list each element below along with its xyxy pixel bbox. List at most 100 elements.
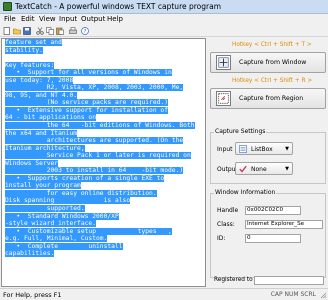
new-file-icon[interactable] xyxy=(3,27,11,35)
text-line-content: R2, Vista, XP, 2008, 2003, 2000, Me, xyxy=(5,84,184,92)
text-line-content: the x64 and Itanium xyxy=(5,129,78,137)
text-line: Windows Server xyxy=(5,159,205,168)
text-line: the 64 -bit editions of Windows. Both xyxy=(5,122,205,130)
input-value: ListBox xyxy=(251,146,273,153)
hotkey-window-label: Hotkey < Ctrl + Shift + T > xyxy=(232,42,312,48)
text-line-content: e.g. Full, Minimal, Custom. xyxy=(5,235,108,243)
id-label: ID: xyxy=(217,235,226,242)
text-line-content: 2003 to install in 64 -bit mode.) xyxy=(5,167,184,175)
text-line: capabilities. xyxy=(5,250,205,258)
window-target-icon xyxy=(216,55,231,70)
open-folder-icon[interactable] xyxy=(13,27,21,35)
text-line-content: Key features: xyxy=(5,61,55,69)
text-line-content: feature set and xyxy=(5,39,62,46)
class-field[interactable]: Internet Explorer_Se xyxy=(245,220,323,229)
registered-label: Registered to xyxy=(214,277,253,283)
text-line: • Supports creation of a single EXE to xyxy=(5,174,205,183)
text-line: 2003 to install in 64 -bit mode.) xyxy=(5,167,205,175)
captured-text[interactable]: feature set and stability. Key features: •… xyxy=(5,39,205,258)
input-label: Input xyxy=(217,146,233,153)
text-line: • Support for all versions of Windows in xyxy=(5,69,205,77)
text-line-content: architectures are supported. (On the xyxy=(5,137,184,145)
text-line: stability. xyxy=(5,46,205,55)
svg-text:?: ? xyxy=(84,29,87,35)
window-info-title: Window Information xyxy=(214,189,277,196)
text-line: install your program xyxy=(5,182,205,190)
text-line-content: install your program xyxy=(5,182,81,190)
menu-file[interactable]: File xyxy=(4,15,16,23)
text-line: • Standard Windows 2000/XP xyxy=(5,212,205,221)
text-line-content: • Standard Windows 2000/XP xyxy=(5,212,119,220)
text-line-content: Itanium architecture, xyxy=(5,144,85,152)
text-line-content: • Support for all versions of Windows in xyxy=(5,69,172,77)
text-line: e.g. Full, Minimal, Custom. xyxy=(5,235,205,243)
menu-input[interactable]: Input xyxy=(59,15,77,23)
text-line-content: the 64 -bit editions of Windows. Both xyxy=(5,122,195,130)
text-line-content: Windows Server xyxy=(5,159,59,167)
resize-grip-icon[interactable] xyxy=(319,291,327,299)
menu-view[interactable]: View xyxy=(39,15,56,23)
text-line: Itanium architecture, xyxy=(5,144,205,153)
paste-icon[interactable] xyxy=(56,27,64,35)
text-line: the x64 and Itanium xyxy=(5,129,205,138)
text-line: architectures are supported. (On the xyxy=(5,137,205,145)
input-dropdown[interactable]: ListBox ▼ xyxy=(235,142,293,155)
class-label: Class: xyxy=(217,221,235,228)
text-line-content: Service Pack 1 or later is required on xyxy=(5,152,191,160)
text-line-content: capabilities. xyxy=(5,250,55,258)
status-indicators: CAP NUM SCRL xyxy=(270,291,316,298)
cut-icon[interactable] xyxy=(36,27,44,35)
registered-field xyxy=(254,276,324,285)
text-line-content: • Customizable setup types , xyxy=(5,227,172,235)
text-line: feature set and xyxy=(5,39,205,47)
window-info-group: Window Information Handle 0x002C02C0 Cla… xyxy=(210,189,326,278)
toolbar: ? xyxy=(0,25,328,37)
menu-edit[interactable]: Edit xyxy=(21,15,35,23)
text-line-content: (No service packs are required.) xyxy=(5,99,169,107)
text-line: 64 - bit applications on xyxy=(5,114,205,122)
text-line-content: 64 - bit applications on xyxy=(5,114,96,122)
output-value: None xyxy=(251,166,267,173)
text-line: Key features: xyxy=(5,61,205,70)
text-line: (No service packs are required.) xyxy=(5,99,205,107)
help-icon[interactable]: ? xyxy=(81,27,89,35)
handle-label: Handle xyxy=(217,207,239,214)
listbox-icon xyxy=(239,145,247,153)
copy-icon[interactable] xyxy=(46,27,54,35)
text-line-content: stability. xyxy=(5,46,43,54)
id-field[interactable]: 0 xyxy=(245,234,301,243)
text-line-content: Disk spanning is also xyxy=(5,197,131,205)
capture-settings-group: Capture Settings Input ListBox ▼ Output … xyxy=(210,128,326,184)
save-icon[interactable] xyxy=(23,27,31,35)
text-line: • Customizable setup types , xyxy=(5,227,205,236)
text-line-content: use today: 7, 2008 xyxy=(5,76,74,84)
handle-field[interactable]: 0x002C02C0 xyxy=(245,206,301,215)
text-line: • Complete uninstall xyxy=(5,242,205,251)
window-title: TextCatch - A powerful windows TEXT capt… xyxy=(15,2,221,11)
text-line-content: for easy online distribution. xyxy=(5,189,157,197)
app-icon xyxy=(3,2,12,11)
print-icon[interactable] xyxy=(69,27,77,35)
text-line: -style wizard interface. xyxy=(5,220,205,228)
text-line: 98, 95, and NT 4.0. xyxy=(5,91,205,100)
capture-window-button[interactable]: Capture from Window xyxy=(210,52,326,73)
text-line: supported. xyxy=(5,205,205,213)
output-dropdown[interactable]: None ▼ xyxy=(235,162,293,175)
chevron-down-icon: ▼ xyxy=(285,146,289,152)
menu-bar: File Edit View Input Output Help xyxy=(0,14,328,25)
text-line-content: • Supports creation of a single EXE to xyxy=(5,174,165,182)
captured-text-pane[interactable]: feature set and stability. Key features: •… xyxy=(1,38,206,287)
title-bar: TextCatch - A powerful windows TEXT capt… xyxy=(0,0,328,14)
text-line: Service Pack 1 or later is required on xyxy=(5,152,205,160)
text-line-content: -style wizard interface. xyxy=(5,220,96,228)
text-line-content: • Extensive support for installation of xyxy=(5,106,169,114)
capture-settings-title: Capture Settings xyxy=(214,128,267,135)
hotkey-region-label: Hotkey < Ctrl + Shift + R > xyxy=(232,78,313,84)
text-line: Disk spanning is also xyxy=(5,197,205,205)
menu-help[interactable]: Help xyxy=(107,15,123,23)
capture-region-button[interactable]: Capture from Region xyxy=(210,88,326,109)
menu-output[interactable]: Output xyxy=(81,15,105,23)
checkmark-icon xyxy=(239,165,247,173)
text-line-content: supported. xyxy=(5,205,85,213)
status-help-text: For Help, press F1 xyxy=(3,291,62,299)
